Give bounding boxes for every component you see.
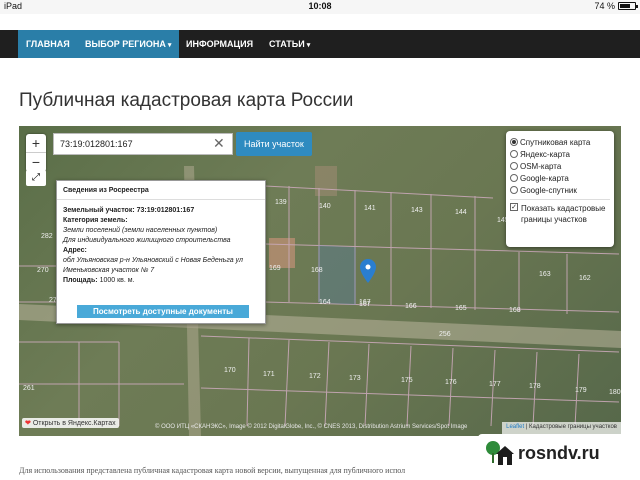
radio-icon[interactable] — [510, 162, 518, 170]
chevron-down-icon: ▾ — [167, 42, 172, 49]
layer-switcher: Спутниковая карта Яндекс-карта OSM-карта Go… — [506, 131, 614, 247]
parcel-number-label: 177 — [489, 381, 501, 388]
category-value: Земли поселений (земли населенных пункто… — [63, 227, 218, 234]
battery-icon — [618, 2, 638, 10]
parcel-label: Земельный участок: — [63, 207, 135, 214]
radio-icon[interactable] — [510, 138, 518, 146]
yandex-icon: ❤ — [25, 420, 31, 427]
layer-option[interactable]: Google-карта — [510, 172, 610, 184]
parcel-number-label: 270 — [37, 267, 49, 274]
fullscreen-icon[interactable]: ⤢ — [26, 170, 46, 186]
parcel-number-label: 176 — [445, 379, 457, 386]
building — [269, 238, 295, 268]
radio-icon[interactable] — [510, 174, 518, 182]
parcel-number-label: 175 — [401, 377, 413, 384]
building — [315, 166, 337, 196]
radio-icon[interactable] — [510, 186, 518, 194]
parcel-number-label: 170 — [224, 367, 236, 374]
checkbox-checked-icon[interactable]: ✓ — [510, 203, 518, 211]
parcel-info-popup: Сведения из Росреестра Земельный участок… — [56, 180, 266, 324]
brand-watermark: rosndv.ru — [478, 434, 640, 472]
house-tree-logo-icon — [486, 441, 514, 465]
land-use-value: Для индивидуального жилищного строительс… — [63, 237, 231, 244]
parcel-number-label: 169 — [269, 265, 281, 272]
parcel-number-label: 168 — [509, 307, 521, 314]
nav-articles-dropdown[interactable]: СТАТЬИ ▾ — [261, 30, 318, 58]
parcel-number-label: 163 — [539, 271, 551, 278]
address-label: Адрес: — [63, 247, 87, 254]
parcel-number-label: 164 — [319, 299, 331, 306]
layer-option[interactable]: Яндекс-карта — [510, 148, 610, 160]
layer-option-label: OSM-карта — [520, 161, 562, 171]
open-in-yandex-link[interactable]: ❤ Открыть в Яндекс.Картах — [22, 418, 119, 428]
layer-option[interactable]: Google-спутник — [510, 184, 610, 196]
parcel-number-label: 178 — [529, 383, 541, 390]
radio-icon[interactable] — [510, 150, 518, 158]
parcel-number-label: 141 — [364, 205, 376, 212]
parcel-number-label: 256 — [439, 331, 451, 338]
page-title: Публичная кадастровая карта России — [19, 90, 354, 111]
layer-option-label: Google-спутник — [520, 185, 577, 195]
parcel-number-label: 140 — [319, 203, 331, 210]
view-documents-button[interactable]: Посмотреть доступные документы — [77, 305, 249, 318]
parcel-number-label: 167 — [359, 299, 371, 306]
address-value: обл Ульяновская р-н Ульяновский с Новая … — [63, 257, 243, 274]
parcel-number-label: 166 — [405, 303, 417, 310]
close-icon[interactable]: ✕ — [213, 136, 225, 150]
layer-option-label: Google-карта — [520, 173, 569, 183]
overlay-label: Показать кадастровые границы участков — [521, 204, 606, 224]
clock: 10:08 — [308, 1, 332, 11]
nav-info[interactable]: ИНФОРМАЦИЯ — [178, 30, 261, 58]
cadastral-map[interactable]: 1391401411431441451451461641671681631621… — [19, 126, 621, 436]
leaflet-link[interactable]: Leaflet — [506, 424, 524, 430]
parcel-number-label: 282 — [41, 233, 53, 240]
parcel-number-label: 180 — [609, 389, 621, 396]
map-attribution: Leaflet | Кадастровые границы участков — [502, 422, 621, 434]
chevron-down-icon: ▾ — [306, 42, 311, 49]
find-parcel-button[interactable]: Найти участок — [236, 132, 312, 156]
popup-title: Сведения из Росреестра — [57, 181, 265, 200]
area-value: 1000 кв. м. — [99, 277, 135, 284]
site-navbar: ГЛАВНАЯ ВЫБОР РЕГИОНА ▾ ИНФОРМАЦИЯ СТАТЬИ… — [0, 30, 640, 58]
imagery-copyright: © ООО ИТЦ «СКАНЭКС», Image © 2012 Digita… — [155, 424, 468, 430]
ios-status-bar: iPad 10:08 74 % — [0, 0, 640, 14]
selected-parcel — [318, 245, 356, 305]
parcel-number-label: 168 — [311, 267, 323, 274]
parcel-number-label: 139 — [275, 199, 287, 206]
parcel-number-label: 144 — [455, 209, 467, 216]
zoom-control: + − — [26, 134, 46, 172]
overlay-cadastral-toggle[interactable]: ✓ Показать кадастровые границы участков — [510, 203, 610, 225]
layer-option[interactable]: Спутниковая карта — [510, 136, 610, 148]
layer-option-label: Яндекс-карта — [520, 149, 570, 159]
zoom-in-button[interactable]: + — [26, 134, 46, 153]
parcel-number: 73:19:012801:167 — [136, 207, 195, 214]
parcel-number-label: 261 — [23, 385, 35, 392]
battery-percent: 74 % — [594, 1, 615, 11]
intro-paragraph: Для использования представлена публичная… — [19, 466, 406, 475]
parcel-number-label: 162 — [579, 275, 591, 282]
layer-option-label: Спутниковая карта — [520, 137, 591, 147]
layer-option[interactable]: OSM-карта — [510, 160, 610, 172]
battery-indicator: 74 % — [594, 1, 638, 11]
parcel-number-label: 171 — [263, 371, 275, 378]
area-label: Площадь: — [63, 277, 98, 284]
nav-region-dropdown[interactable]: ВЫБОР РЕГИОНА ▾ — [77, 30, 180, 58]
parcel-number-label: 179 — [575, 387, 587, 394]
brand-name: rosndv.ru — [518, 442, 600, 463]
parcel-number-label: 165 — [455, 305, 467, 312]
parcel-number-label: 143 — [411, 207, 423, 214]
parcel-number-label: 173 — [349, 375, 361, 382]
nav-home[interactable]: ГЛАВНАЯ — [18, 30, 78, 58]
category-label: Категория земель: — [63, 217, 128, 224]
cadastral-search-input[interactable] — [53, 133, 233, 155]
map-pin-icon[interactable] — [360, 259, 376, 283]
parcel-number-label: 172 — [309, 373, 321, 380]
